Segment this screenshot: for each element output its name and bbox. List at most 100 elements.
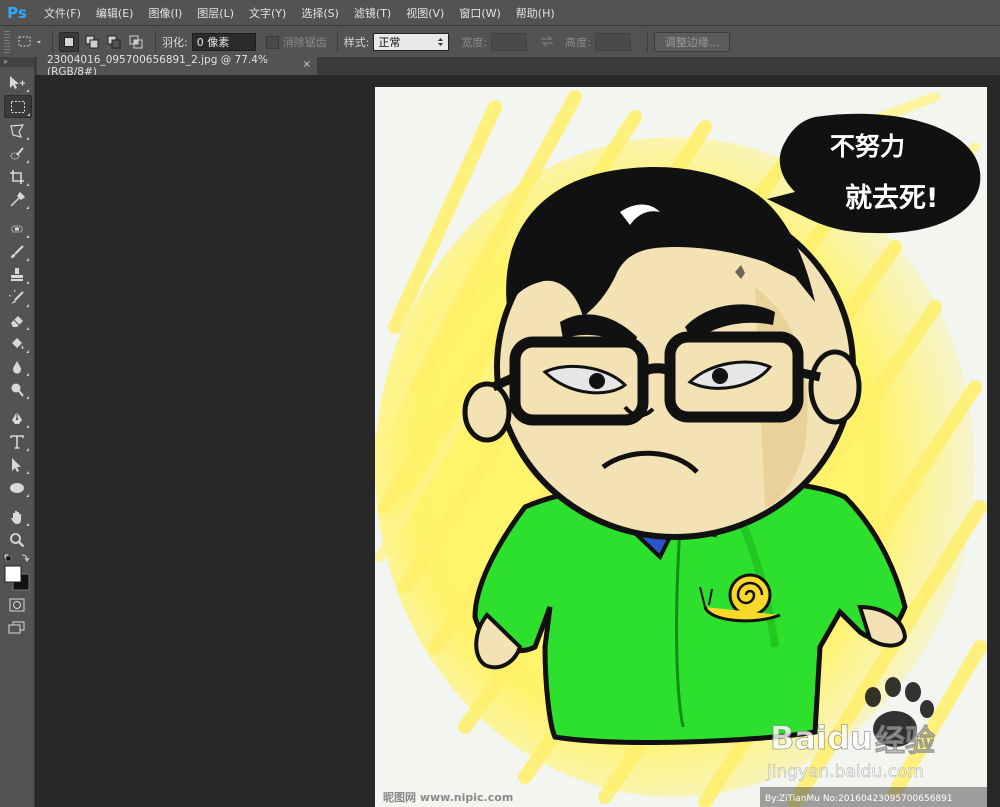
tool-flyout-marker: [26, 327, 29, 330]
image-byline: By:ZiTianMu No:20160423095700656891: [765, 794, 953, 804]
quick-mask-icon: [9, 598, 25, 611]
hand-tool[interactable]: [4, 506, 30, 527]
tool-flyout-marker: [26, 373, 29, 376]
menu-file[interactable]: 文件(F): [44, 5, 81, 21]
separator: [52, 31, 53, 53]
tool-flyout-marker: [26, 160, 29, 163]
tool-flyout-marker: [26, 396, 29, 399]
eyedropper-tool[interactable]: [4, 189, 30, 210]
menu-select[interactable]: 选择(S): [301, 5, 339, 21]
menu-layer[interactable]: 图层(L): [197, 5, 234, 21]
antialias-checkbox[interactable]: [265, 35, 279, 49]
nipic-watermark: 昵图网 www.nipic.com: [383, 791, 513, 804]
menu-image[interactable]: 图像(I): [148, 5, 182, 21]
brush-icon: [11, 244, 24, 258]
pen-icon: [12, 411, 22, 424]
separator: [155, 31, 156, 53]
tool-flyout-marker: [26, 523, 29, 526]
polygonal-lasso-icon: [10, 123, 25, 138]
speech-bubble-line1: 不努力: [830, 132, 905, 161]
screen-mode-icon: [8, 621, 25, 633]
intersect-selection-button[interactable]: [127, 33, 145, 51]
clone-stamp-tool[interactable]: [4, 264, 30, 285]
separator: [646, 31, 648, 53]
tool-flyout-marker: [26, 183, 29, 186]
close-tab-icon[interactable]: ×: [303, 59, 311, 70]
new-selection-icon: [64, 37, 74, 47]
brush-tool[interactable]: [4, 241, 30, 262]
menu-type[interactable]: 文字(Y): [249, 5, 286, 21]
add-selection-icon: [85, 35, 99, 49]
height-input[interactable]: [594, 33, 631, 51]
width-input[interactable]: [491, 33, 528, 51]
style-select-value: 正常: [378, 36, 401, 49]
move-icon: [10, 75, 25, 89]
watermark-site: jingyan.baidu.com: [766, 762, 924, 782]
watermark-jingyan-cn: 经验: [875, 724, 935, 759]
speech-bubble-line2: 就去死!: [845, 183, 938, 214]
new-selection-button[interactable]: [59, 32, 79, 52]
spot-healing-brush-tool[interactable]: [4, 218, 30, 239]
add-to-selection-button[interactable]: [83, 33, 101, 51]
menu-filter[interactable]: 滤镜(T): [354, 5, 391, 21]
move-tool[interactable]: [4, 72, 30, 93]
crop-icon: [10, 169, 24, 184]
tool-flyout-marker: [27, 113, 30, 116]
document-tab-bar: 23004016_095700656891_2.jpg @ 77.4%(RGB/…: [35, 54, 1000, 78]
pen-tool[interactable]: [4, 408, 30, 429]
menu-bar: Ps 文件(F) 编辑(E) 图像(I) 图层(L) 文字(Y) 选择(S) 滤…: [0, 0, 1000, 25]
document-tab[interactable]: 23004016_095700656891_2.jpg @ 77.4%(RGB/…: [37, 54, 317, 78]
quick-mask-button[interactable]: [4, 594, 30, 615]
menu-view[interactable]: 视图(V): [406, 5, 444, 21]
type-icon: [10, 434, 24, 449]
lasso-tool[interactable]: [4, 120, 30, 141]
tool-flyout-marker: [26, 137, 29, 140]
rectangular-marquee-icon: [11, 100, 25, 113]
photoshop-logo: Ps: [7, 3, 27, 22]
dodge-tool[interactable]: [4, 379, 30, 400]
paint-bucket-tool[interactable]: [4, 333, 30, 354]
swap-dimensions-icon[interactable]: [537, 35, 557, 50]
blur-drop-icon: [13, 360, 21, 373]
path-selection-tool[interactable]: [4, 454, 30, 475]
tool-preset-picker[interactable]: [16, 32, 46, 52]
intersect-selection-icon: [129, 35, 143, 49]
rectangular-marquee-tool[interactable]: [4, 95, 32, 118]
screen-mode-button[interactable]: [4, 617, 30, 638]
menu-edit[interactable]: 编辑(E): [96, 5, 134, 21]
options-bar-grip[interactable]: [4, 31, 10, 53]
feather-input[interactable]: 0 像素: [191, 33, 256, 51]
horizontal-type-tool[interactable]: [4, 431, 30, 452]
hand-icon: [11, 510, 21, 524]
subtract-selection-icon: [107, 35, 121, 49]
style-select[interactable]: 正常: [373, 33, 450, 51]
dodge-icon: [11, 383, 24, 397]
subtract-from-selection-button[interactable]: [105, 33, 123, 51]
tool-flyout-marker: [26, 281, 29, 284]
zoom-tool[interactable]: [4, 529, 30, 550]
crop-tool[interactable]: [4, 166, 30, 187]
quick-selection-tool[interactable]: [4, 143, 30, 164]
menu-help[interactable]: 帮助(H): [516, 5, 555, 21]
menu-window[interactable]: 窗口(W): [459, 5, 500, 21]
quick-selection-icon: [10, 146, 24, 159]
marquee-preset-icon: [18, 36, 41, 47]
width-label: 宽度:: [461, 36, 488, 49]
document-canvas-image[interactable]: 不努力 就去死! Baidu 经验 jingyan.baidu.com 昵图网 …: [375, 87, 987, 807]
tool-flyout-marker: [26, 448, 29, 451]
tools-panel-collapse[interactable]: »: [0, 57, 34, 67]
blur-tool[interactable]: [4, 356, 30, 377]
tool-flyout-marker: [26, 350, 29, 353]
tool-flyout-marker: [26, 258, 29, 261]
watermark-baidu: Baidu: [770, 719, 873, 757]
tool-flyout-marker: [26, 235, 29, 238]
ellipse-tool[interactable]: [4, 477, 30, 498]
eraser-tool[interactable]: [4, 310, 30, 331]
zoom-icon: [10, 532, 25, 547]
healing-brush-icon: [11, 225, 23, 232]
clone-stamp-icon: [11, 267, 23, 281]
tool-flyout-marker: [26, 471, 29, 474]
history-brush-tool[interactable]: [4, 287, 30, 308]
refine-edge-button[interactable]: 调整边缘...: [653, 32, 731, 52]
color-swatches-icon: [3, 553, 30, 591]
